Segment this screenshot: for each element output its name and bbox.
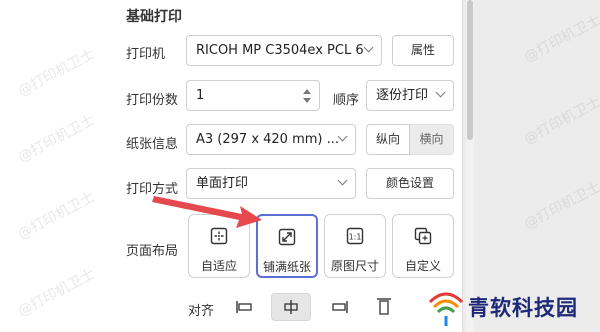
paper-select[interactable]: A3 (297 x 420 mm) ... xyxy=(186,124,356,155)
custom-icon xyxy=(414,227,432,245)
chevron-down-icon xyxy=(337,131,348,142)
scrollbar-thumb[interactable] xyxy=(467,0,473,140)
print-settings-panel: 基础打印 打印机 RICOH MP C3504ex PCL 6 属性 打印份数 … xyxy=(0,0,463,332)
layout-option-label: 铺满纸张 xyxy=(262,260,311,274)
page-layout-label: 页面布局 xyxy=(126,244,179,259)
decrement-icon[interactable] xyxy=(303,98,311,103)
chevron-down-icon xyxy=(435,87,446,98)
copies-stepper[interactable]: 1 xyxy=(186,80,320,111)
brand-logo-icon xyxy=(428,292,464,326)
color-settings-button[interactable]: 颜色设置 xyxy=(366,168,454,199)
watermark: @打印机卫士 xyxy=(521,179,600,233)
align-center-icon xyxy=(284,300,298,314)
portrait-button[interactable]: 纵向 xyxy=(366,124,410,155)
layout-option-label: 自适应 xyxy=(200,259,237,273)
properties-button[interactable]: 属性 xyxy=(392,35,454,66)
paper-label: 纸张信息 xyxy=(126,137,179,152)
chevron-down-icon xyxy=(363,42,374,53)
printer-value: RICOH MP C3504ex PCL 6 xyxy=(196,43,364,58)
align-left-icon xyxy=(236,301,252,313)
align-right-button[interactable] xyxy=(320,293,360,321)
align-top-icon xyxy=(377,298,391,315)
order-label: 顺序 xyxy=(333,93,360,108)
align-label: 对齐 xyxy=(188,304,215,319)
align-right-icon xyxy=(332,301,348,313)
order-select[interactable]: 逐份打印 xyxy=(366,80,454,111)
align-left-button[interactable] xyxy=(224,293,264,321)
layout-option-actual-size[interactable]: 1:1 原图尺寸 xyxy=(324,214,386,278)
align-center-button[interactable] xyxy=(271,293,311,321)
printer-label: 打印机 xyxy=(126,47,166,62)
layout-option-label: 自定义 xyxy=(404,259,441,273)
order-value: 逐份打印 xyxy=(376,88,429,103)
fill-paper-icon xyxy=(278,228,296,246)
layout-option-custom[interactable]: 自定义 xyxy=(392,214,454,278)
copies-value: 1 xyxy=(196,88,205,103)
increment-icon[interactable] xyxy=(303,89,311,94)
paper-value: A3 (297 x 420 mm) ... xyxy=(196,132,340,147)
landscape-button[interactable]: 横向 xyxy=(410,124,454,155)
brand-text: 青软科技园 xyxy=(468,296,578,320)
layout-option-label: 原图尺寸 xyxy=(330,259,379,273)
chevron-down-icon xyxy=(337,175,348,186)
watermark: @打印机卫士 xyxy=(521,12,600,66)
annotation-arrow-icon xyxy=(152,196,262,228)
svg-text:1:1: 1:1 xyxy=(349,233,362,242)
align-top-button[interactable] xyxy=(364,293,404,321)
printer-select[interactable]: RICOH MP C3504ex PCL 6 xyxy=(186,35,382,66)
actual-size-icon: 1:1 xyxy=(346,227,364,245)
brand-logo: 青软科技园 xyxy=(424,284,600,332)
section-title: 基础打印 xyxy=(126,9,182,25)
copies-label: 打印份数 xyxy=(126,93,179,108)
watermark: @打印机卫士 xyxy=(521,94,600,148)
